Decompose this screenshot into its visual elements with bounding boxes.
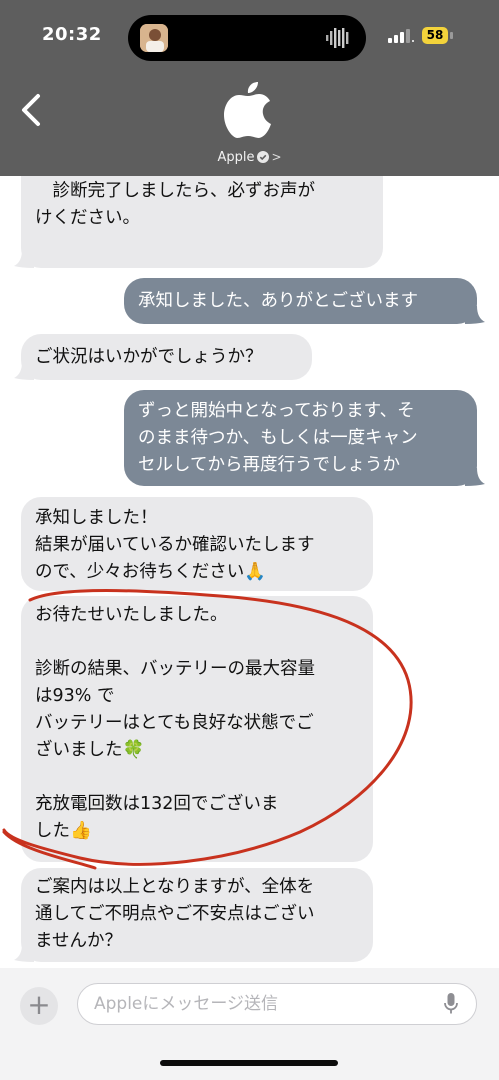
- microphone-icon[interactable]: [444, 993, 458, 1015]
- message-input[interactable]: Appleにメッセージ送信: [77, 983, 477, 1025]
- message-bubble-incoming[interactable]: ご案内は以上となりますが、全体を 通してご不明点やご不安点はござい ませんか？: [21, 868, 373, 962]
- battery-level: 58: [422, 27, 448, 44]
- message-text: セルしてから再度行うでしょうか: [138, 455, 400, 475]
- apple-logo-icon[interactable]: [224, 82, 272, 138]
- message-text: のまま待つか、もしくは一度キャン: [138, 428, 418, 448]
- message-text: ご状況はいかがでしょうか？: [35, 347, 263, 367]
- message-text: 診断完了しましたら、必ずお声が: [35, 181, 315, 201]
- message-text: 結果が届いているか確認いたします: [35, 535, 315, 555]
- plus-icon[interactable]: +: [20, 987, 58, 1025]
- contact-name-button[interactable]: Apple >: [0, 150, 499, 165]
- message-bubble-outgoing[interactable]: ずっと開始中となっております、そ のまま待つか、もしくは一度キャン セルしてから…: [124, 390, 477, 486]
- message-bubble-incoming[interactable]: お待たせいたしました。 診断の結果、バッテリーの最大容量 は93% で バッテリ…: [21, 596, 373, 862]
- bubble-tail: [14, 362, 34, 380]
- message-bubble-outgoing[interactable]: 承知しました、ありがとございます: [124, 278, 477, 324]
- message-text: 承知しました！: [35, 508, 158, 528]
- battery-tip: [450, 32, 453, 39]
- verified-badge-icon: [257, 151, 270, 163]
- message-text: ませんか？: [35, 931, 122, 951]
- message-bubble-incoming[interactable]: 承知しました！ 結果が届いているか確認いたします ので、少々お待ちください🙏: [21, 497, 373, 591]
- dynamic-island[interactable]: [128, 15, 366, 61]
- back-chevron-icon[interactable]: [18, 92, 48, 128]
- message-text: ざいました🍀: [35, 740, 145, 760]
- message-text: 承知しました、ありがとございます: [138, 291, 418, 311]
- home-indicator: [160, 1060, 338, 1066]
- contact-name: Apple: [217, 150, 255, 165]
- now-playing-artwork: [140, 24, 168, 52]
- message-text: お待たせいたしました。: [35, 605, 228, 625]
- message-text: バッテリーはとても良好な状態でご: [35, 713, 314, 733]
- message-text: ずっと開始中となっております、そ: [138, 401, 415, 421]
- message-text: 充放電回数は132回でございま: [35, 794, 279, 814]
- conversation-header: 20:32 58 Apple >: [0, 0, 499, 176]
- message-text: は93% で: [35, 686, 115, 706]
- audio-waveform-icon: [326, 28, 349, 48]
- bubble-tail: [465, 468, 485, 486]
- cellular-signal-icon: [388, 29, 414, 43]
- message-text: ので、少々お待ちください🙏: [35, 562, 267, 582]
- message-text: 診断の結果、バッテリーの最大容量: [35, 659, 315, 679]
- bubble-tail: [465, 306, 485, 324]
- chevron-right-icon: >: [271, 150, 282, 164]
- status-time: 20:32: [42, 24, 102, 45]
- compose-bar: + Appleにメッセージ送信: [0, 968, 499, 1080]
- message-input-placeholder: Appleにメッセージ送信: [94, 994, 279, 1014]
- message-text: けください。: [35, 208, 140, 228]
- bubble-tail: [14, 944, 34, 962]
- message-bubble-incoming[interactable]: ご状況はいかがでしょうか？: [21, 334, 312, 380]
- message-text: 通してご不明点やご不安点はござい: [35, 904, 315, 924]
- message-text: した👍: [35, 821, 92, 841]
- bubble-tail: [14, 250, 34, 268]
- message-text: ご案内は以上となりますが、全体を: [35, 877, 315, 897]
